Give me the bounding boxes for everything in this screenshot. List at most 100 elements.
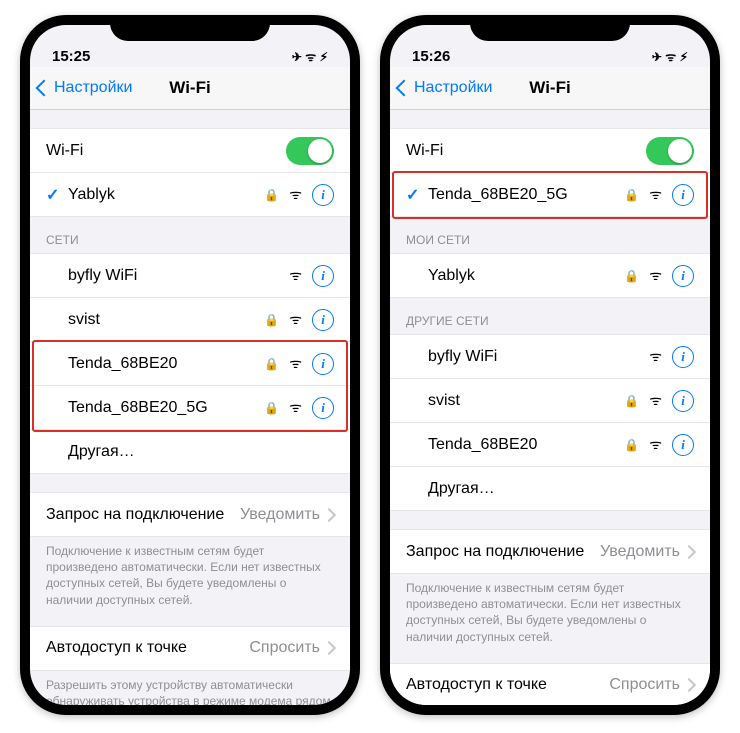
hotspot-label: Автодоступ к точке bbox=[46, 639, 187, 657]
network-row[interactable]: byfly WiFi ᯤ i bbox=[30, 253, 350, 298]
wifi-icon: ᯤ bbox=[649, 266, 662, 285]
phone-right: 15:26 ✈︎ ᯤ ⚡︎ Настройки Wi-Fi Wi-Fi ✓ Te… bbox=[380, 15, 720, 715]
network-row[interactable]: svist 🔒 ᯤ i bbox=[390, 379, 710, 423]
lock-icon: 🔒 bbox=[264, 313, 279, 327]
navbar: Настройки Wi-Fi bbox=[30, 67, 350, 110]
info-icon[interactable]: i bbox=[312, 184, 334, 206]
chevron-right-icon bbox=[682, 544, 696, 558]
hotspot-row[interactable]: Автодоступ к точке Спросить bbox=[390, 663, 710, 705]
wifi-icon: ᯤ bbox=[649, 347, 662, 366]
notch bbox=[470, 15, 630, 41]
other-network-row[interactable]: Другая… bbox=[30, 430, 350, 474]
info-icon[interactable]: i bbox=[672, 184, 694, 206]
status-icons: ✈︎ ᯤ ⚡︎ bbox=[292, 48, 328, 65]
wifi-label: Wi-Fi bbox=[46, 142, 286, 160]
wifi-toggle[interactable] bbox=[646, 137, 694, 165]
chevron-right-icon bbox=[682, 678, 696, 692]
back-button[interactable]: Настройки bbox=[390, 79, 492, 97]
chevron-right-icon bbox=[322, 507, 336, 521]
lock-icon: 🔒 bbox=[264, 188, 279, 202]
notch bbox=[110, 15, 270, 41]
wifi-icon: ᯤ bbox=[289, 398, 302, 417]
my-networks-header: МОИ СЕТИ bbox=[390, 217, 710, 253]
check-icon: ✓ bbox=[406, 185, 422, 205]
network-row[interactable]: svist 🔒 ᯤ i bbox=[30, 298, 350, 342]
content: Wi-Fi ✓ Tenda_68BE20_5G 🔒 ᯤ i МОИ СЕТИ bbox=[390, 110, 710, 705]
ask-footer: Подключение к известным сетям будет прои… bbox=[30, 537, 350, 608]
other-label: Другая… bbox=[406, 480, 694, 498]
back-label: Настройки bbox=[414, 79, 492, 97]
wifi-icon: ᯤ bbox=[649, 435, 662, 454]
info-icon[interactable]: i bbox=[312, 265, 334, 287]
page-title: Wi-Fi bbox=[169, 78, 210, 98]
chevron-left-icon bbox=[396, 80, 413, 97]
wifi-icon: ᯤ bbox=[289, 354, 302, 373]
back-button[interactable]: Настройки bbox=[30, 79, 132, 97]
wifi-label: Wi-Fi bbox=[406, 142, 646, 160]
ask-to-join-row[interactable]: Запрос на подключение Уведомить bbox=[30, 492, 350, 537]
network-row[interactable]: Tenda_68BE20 🔒 ᯤ i bbox=[390, 423, 710, 467]
screen: 15:26 ✈︎ ᯤ ⚡︎ Настройки Wi-Fi Wi-Fi ✓ Te… bbox=[390, 25, 710, 705]
network-row[interactable]: byfly WiFi ᯤ i bbox=[390, 334, 710, 379]
networks-header: СЕТИ bbox=[30, 217, 350, 253]
chevron-right-icon bbox=[322, 641, 336, 655]
hotspot-footer: Разрешить этому устройству автоматически… bbox=[30, 671, 350, 705]
wifi-toggle-row[interactable]: Wi-Fi bbox=[390, 128, 710, 173]
wifi-icon: ᯤ bbox=[289, 266, 302, 285]
ask-footer: Подключение к известным сетям будет прои… bbox=[390, 574, 710, 645]
lock-icon: 🔒 bbox=[624, 188, 639, 202]
screen: 15:25 ✈︎ ᯤ ⚡︎ Настройки Wi-Fi Wi-Fi ✓ Ya… bbox=[30, 25, 350, 705]
connected-ssid: Tenda_68BE20_5G bbox=[428, 186, 624, 204]
network-ssid: Tenda_68BE20 bbox=[406, 436, 624, 454]
info-icon[interactable]: i bbox=[312, 353, 334, 375]
ask-label: Запрос на подключение bbox=[46, 506, 224, 524]
wifi-toggle-row[interactable]: Wi-Fi bbox=[30, 128, 350, 173]
network-ssid: byfly WiFi bbox=[406, 348, 649, 366]
network-ssid: svist bbox=[46, 311, 264, 329]
lock-icon: 🔒 bbox=[264, 401, 279, 415]
ask-label: Запрос на подключение bbox=[406, 543, 584, 561]
wifi-toggle[interactable] bbox=[286, 137, 334, 165]
status-time: 15:26 bbox=[412, 48, 450, 65]
network-ssid: byfly WiFi bbox=[46, 267, 289, 285]
my-network-row[interactable]: Yablyk 🔒 ᯤ i bbox=[390, 253, 710, 298]
check-icon: ✓ bbox=[46, 185, 62, 205]
content: Wi-Fi ✓ Yablyk 🔒 ᯤ i СЕТИ byfly WiFi bbox=[30, 110, 350, 705]
network-ssid: svist bbox=[406, 392, 624, 410]
phone-left: 15:25 ✈︎ ᯤ ⚡︎ Настройки Wi-Fi Wi-Fi ✓ Ya… bbox=[20, 15, 360, 715]
network-row[interactable]: Tenda_68BE20_5G 🔒 ᯤ i bbox=[30, 386, 350, 430]
status-icons: ✈︎ ᯤ ⚡︎ bbox=[652, 48, 688, 65]
connected-network-row[interactable]: ✓ Tenda_68BE20_5G 🔒 ᯤ i bbox=[390, 173, 710, 217]
other-label: Другая… bbox=[46, 443, 334, 461]
page-title: Wi-Fi bbox=[529, 78, 570, 98]
lock-icon: 🔒 bbox=[624, 438, 639, 452]
status-time: 15:25 bbox=[52, 48, 90, 65]
hotspot-row[interactable]: Автодоступ к точке Спросить bbox=[30, 626, 350, 671]
wifi-icon: ᯤ bbox=[649, 391, 662, 410]
info-icon[interactable]: i bbox=[672, 265, 694, 287]
navbar: Настройки Wi-Fi bbox=[390, 67, 710, 110]
ask-to-join-row[interactable]: Запрос на подключение Уведомить bbox=[390, 529, 710, 574]
wifi-icon: ᯤ bbox=[289, 185, 302, 204]
lock-icon: 🔒 bbox=[264, 357, 279, 371]
info-icon[interactable]: i bbox=[312, 397, 334, 419]
hotspot-value: Спросить bbox=[609, 676, 680, 694]
info-icon[interactable]: i bbox=[672, 434, 694, 456]
hotspot-value: Спросить bbox=[249, 639, 320, 657]
info-icon[interactable]: i bbox=[672, 346, 694, 368]
network-ssid: Tenda_68BE20_5G bbox=[46, 399, 264, 417]
connected-network-row[interactable]: ✓ Yablyk 🔒 ᯤ i bbox=[30, 173, 350, 217]
wifi-icon: ᯤ bbox=[649, 185, 662, 204]
ask-value: Уведомить bbox=[600, 543, 680, 561]
connected-ssid: Yablyk bbox=[68, 186, 264, 204]
info-icon[interactable]: i bbox=[672, 390, 694, 412]
lock-icon: 🔒 bbox=[624, 394, 639, 408]
other-network-row[interactable]: Другая… bbox=[390, 467, 710, 511]
other-networks-header: ДРУГИЕ СЕТИ bbox=[390, 298, 710, 334]
back-label: Настройки bbox=[54, 79, 132, 97]
network-row[interactable]: Tenda_68BE20 🔒 ᯤ i bbox=[30, 342, 350, 386]
ask-value: Уведомить bbox=[240, 506, 320, 524]
network-ssid: Tenda_68BE20 bbox=[46, 355, 264, 373]
info-icon[interactable]: i bbox=[312, 309, 334, 331]
lock-icon: 🔒 bbox=[624, 269, 639, 283]
